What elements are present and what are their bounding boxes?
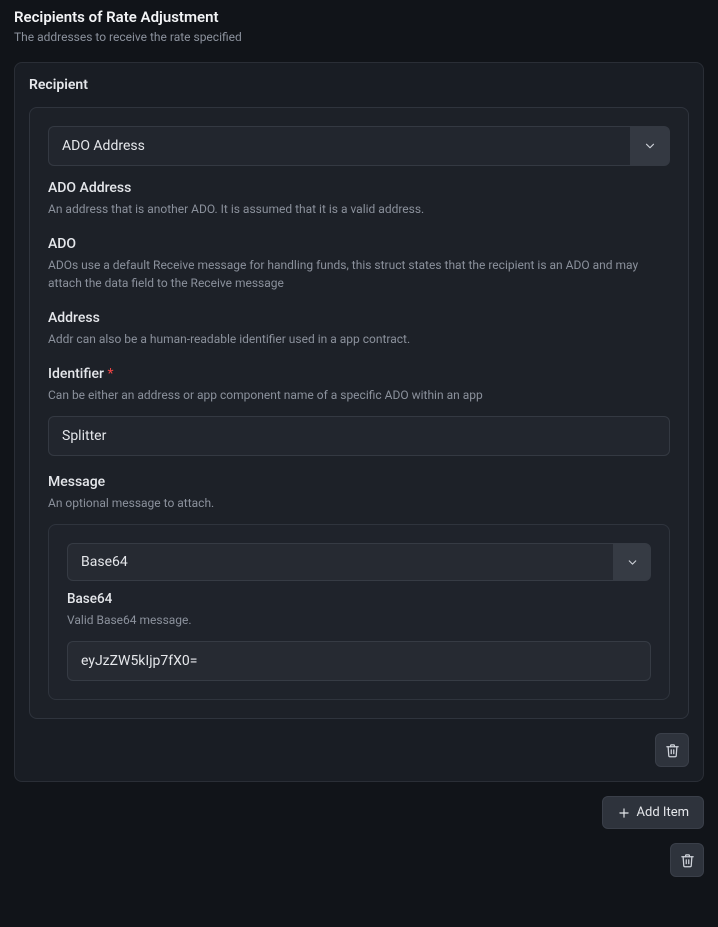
chevron-down-icon — [643, 139, 657, 153]
message-type-toggle[interactable] — [613, 543, 651, 581]
message-type-select[interactable]: Base64 — [67, 543, 651, 581]
chevron-down-icon — [626, 556, 639, 569]
recipient-type-value: ADO Address — [48, 126, 630, 166]
section-delete-actions — [14, 843, 704, 877]
required-asterisk: * — [108, 366, 114, 382]
identifier-block: Identifier * Can be either an address or… — [48, 366, 670, 456]
identifier-input[interactable] — [48, 416, 670, 456]
recipient-title: Recipient — [29, 77, 689, 93]
identifier-desc: Can be either an address or app componen… — [48, 386, 670, 404]
ado-desc: ADOs use a default Receive message for h… — [48, 256, 670, 292]
identifier-label-row: Identifier * — [48, 366, 670, 382]
add-item-button[interactable]: Add Item — [602, 796, 704, 829]
message-desc: An optional message to attach. — [48, 494, 670, 512]
trash-icon — [665, 743, 680, 758]
address-desc: Addr can also be a human-readable identi… — [48, 330, 670, 348]
address-label: Address — [48, 310, 670, 326]
add-item-label: Add Item — [637, 805, 689, 820]
recipient-actions — [29, 733, 689, 767]
ado-address-label: ADO Address — [48, 180, 670, 196]
delete-recipient-button[interactable] — [655, 733, 689, 767]
message-type-value: Base64 — [67, 543, 613, 581]
identifier-label: Identifier — [48, 366, 104, 382]
message-nested-card: Base64 Base64 Valid Base64 message. — [48, 524, 670, 700]
delete-section-button[interactable] — [670, 843, 704, 877]
message-label: Message — [48, 474, 670, 490]
base64-desc: Valid Base64 message. — [67, 611, 651, 629]
ado-address-desc: An address that is another ADO. It is as… — [48, 200, 670, 218]
ado-label: ADO — [48, 236, 670, 252]
plus-icon — [617, 806, 631, 820]
base64-input[interactable] — [67, 641, 651, 681]
ado-address-block: ADO Address An address that is another A… — [48, 180, 670, 218]
trash-icon — [680, 853, 695, 868]
recipient-form: ADO Address ADO Address An address that … — [29, 107, 689, 719]
section-subtitle: The addresses to receive the rate specif… — [14, 30, 704, 44]
address-block: Address Addr can also be a human-readabl… — [48, 310, 670, 348]
recipient-type-select[interactable]: ADO Address — [48, 126, 670, 166]
recipient-card: Recipient ADO Address ADO Address An add… — [14, 62, 704, 782]
section-title: Recipients of Rate Adjustment — [14, 0, 704, 30]
recipient-type-toggle[interactable] — [630, 126, 670, 166]
section-actions: Add Item — [14, 796, 704, 829]
message-block: Message An optional message to attach. B… — [48, 474, 670, 700]
ado-block: ADO ADOs use a default Receive message f… — [48, 236, 670, 292]
base64-label: Base64 — [67, 591, 651, 607]
